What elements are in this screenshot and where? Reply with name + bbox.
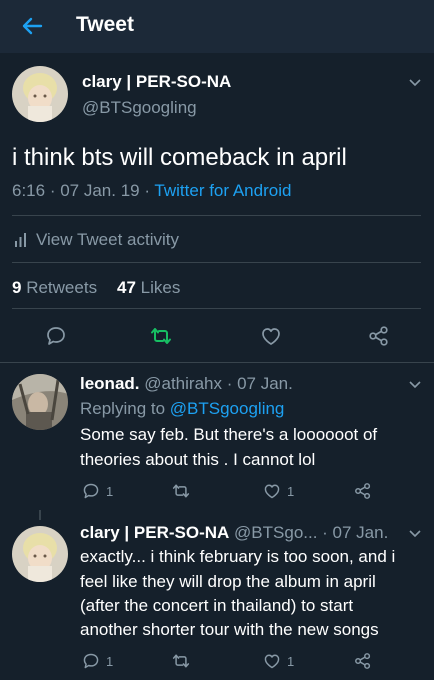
reply-count: 1 <box>106 653 114 669</box>
reply-text-line: (after the concert in thailand) to start <box>80 596 354 615</box>
like-button[interactable] <box>260 325 282 347</box>
retweet-icon <box>150 325 172 347</box>
chevron-down-icon[interactable] <box>408 78 422 88</box>
heart-icon <box>263 482 281 500</box>
avatar[interactable] <box>12 374 68 430</box>
retweet-icon <box>172 652 190 670</box>
share-button[interactable] <box>368 325 390 347</box>
tweet-source-link[interactable]: Twitter for Android <box>154 181 291 200</box>
reply-text-line: exactly... i think february is too soon,… <box>80 547 396 566</box>
replying-to: Replying to @BTSgoogling <box>80 399 285 418</box>
reply-button[interactable]: 1 <box>82 652 113 670</box>
back-arrow-icon[interactable] <box>20 14 44 38</box>
like-button[interactable]: 1 <box>263 482 294 500</box>
share-icon <box>368 325 390 347</box>
top-bar: Tweet <box>0 0 434 53</box>
tweet-text: i think bts will comeback in april <box>12 144 347 171</box>
divider <box>12 215 421 216</box>
retweet-button[interactable] <box>150 325 172 347</box>
avatar[interactable] <box>12 66 68 122</box>
likes-stat[interactable]: 47 Likes <box>117 278 180 298</box>
reply-icon <box>45 325 67 347</box>
chevron-down-icon[interactable] <box>408 529 422 539</box>
share-icon <box>354 482 372 500</box>
like-button[interactable]: 1 <box>263 652 294 670</box>
share-button[interactable] <box>354 482 372 500</box>
view-activity-link[interactable]: View Tweet activity <box>14 230 179 250</box>
reply-count: 1 <box>106 483 114 499</box>
reply-author[interactable]: leonad. @athirahx · 07 Jan. <box>80 374 293 394</box>
heart-icon <box>263 652 281 670</box>
like-count: 1 <box>287 483 295 499</box>
retweet-button[interactable] <box>172 652 190 670</box>
reply-button[interactable]: 1 <box>82 482 113 500</box>
chevron-down-icon[interactable] <box>408 380 422 390</box>
reply-icon <box>82 482 100 500</box>
reply-text-line: theories about this . I cannot lol <box>80 450 316 469</box>
page-title: Tweet <box>76 13 134 36</box>
heart-icon <box>260 325 282 347</box>
reply-button[interactable] <box>45 325 67 347</box>
user-handle[interactable]: @BTSgoogling <box>82 98 197 118</box>
divider <box>12 262 421 263</box>
divider <box>0 362 434 363</box>
reply-author[interactable]: clary | PER-SO-NA @BTSgo... · 07 Jan. <box>80 523 388 543</box>
retweet-button[interactable] <box>172 482 190 500</box>
reply-icon <box>82 652 100 670</box>
divider <box>12 308 421 309</box>
share-button[interactable] <box>354 652 372 670</box>
tweet-timestamp: 6:16 · 07 Jan. 19 · Twitter for Android <box>12 181 292 200</box>
reply-text-line: another shorter tour with the new songs <box>80 620 379 639</box>
retweet-icon <box>172 482 190 500</box>
avatar[interactable] <box>12 526 68 582</box>
thread-line <box>39 510 41 520</box>
like-count: 1 <box>287 653 295 669</box>
reply-text-line: Some say feb. But there's a loooooot of <box>80 425 378 444</box>
replying-to-handle[interactable]: @BTSgoogling <box>170 399 285 418</box>
retweets-stat[interactable]: 9 Retweets <box>12 278 97 298</box>
share-icon <box>354 652 372 670</box>
display-name[interactable]: clary | PER-SO-NA <box>82 72 231 92</box>
view-activity-label: View Tweet activity <box>36 230 179 249</box>
reply-text-line: feel like they will drop the album in ap… <box>80 572 376 591</box>
bar-chart-icon <box>14 233 28 247</box>
